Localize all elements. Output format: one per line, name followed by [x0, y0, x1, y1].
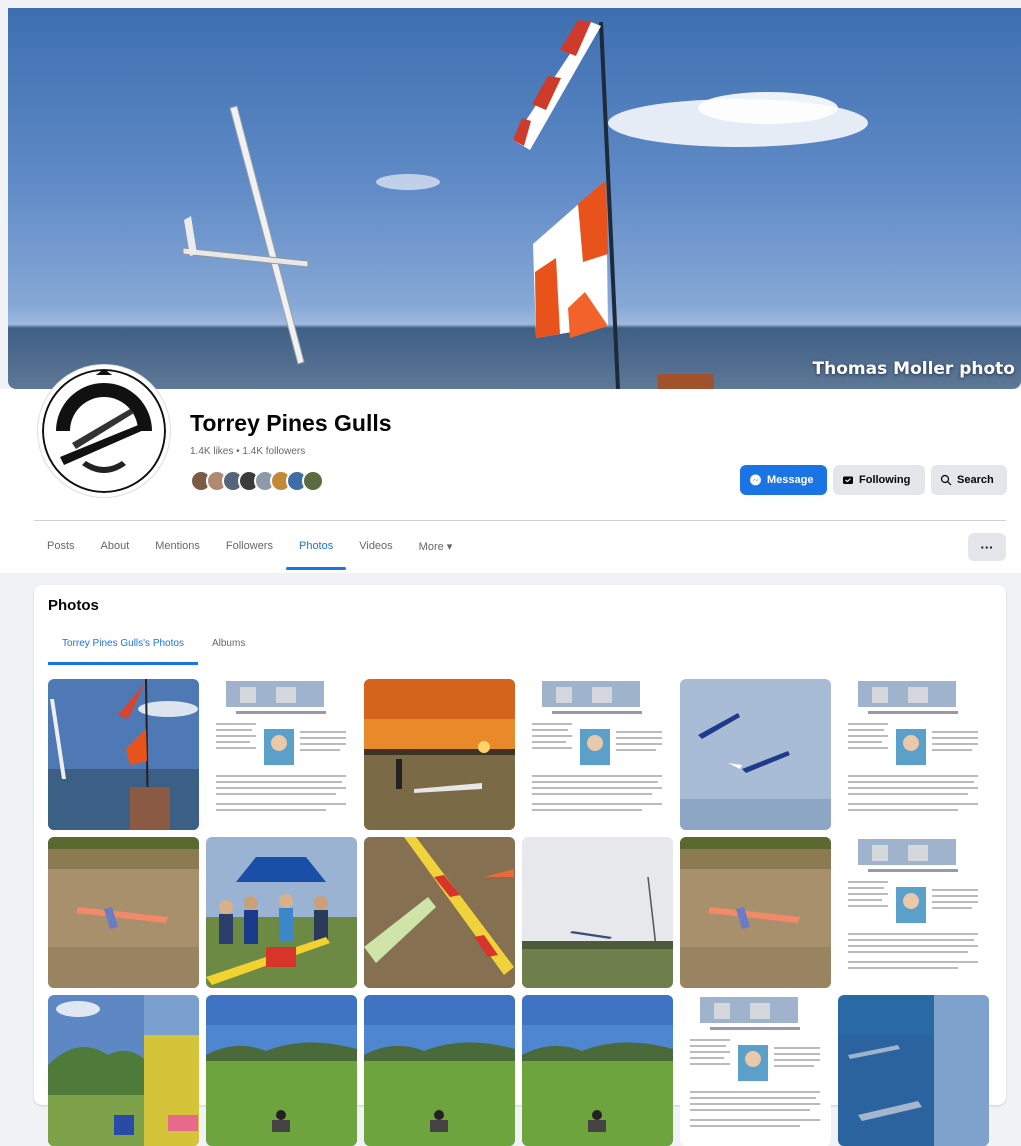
photos-title: Photos	[48, 597, 99, 614]
photo-grid	[48, 679, 989, 1146]
photo-tile[interactable]	[206, 837, 357, 988]
page-stats[interactable]: 1.4K likes • 1.4K followers	[190, 446, 305, 457]
tab-posts[interactable]: Posts	[34, 522, 88, 570]
cover-photo[interactable]: Thomas Moller photo	[8, 8, 1021, 389]
photo-thumbnail	[680, 837, 831, 988]
messenger-icon	[750, 474, 761, 485]
photo-thumbnail	[206, 995, 357, 1146]
photo-thumbnail	[680, 995, 831, 1146]
photo-thumbnail	[206, 679, 357, 830]
photo-tile[interactable]	[838, 837, 989, 988]
photo-thumbnail	[680, 679, 831, 830]
photo-tile[interactable]	[522, 995, 673, 1146]
photo-thumbnail	[522, 837, 673, 988]
photo-tile[interactable]	[522, 679, 673, 830]
photo-thumbnail	[838, 995, 989, 1146]
photo-tile[interactable]	[680, 679, 831, 830]
photo-tile[interactable]	[48, 837, 199, 988]
photo-thumbnail	[48, 995, 199, 1146]
page-nav-tabs: Posts About Mentions Followers Photos Videos M…	[34, 522, 465, 570]
windsock-upper	[513, 20, 601, 150]
photo-tile[interactable]	[364, 995, 515, 1146]
photo-tile[interactable]	[206, 995, 357, 1146]
photo-tile[interactable]	[48, 679, 199, 830]
following-button-label: Following	[859, 474, 911, 486]
photo-thumbnail	[364, 679, 515, 830]
subtab-page-photos[interactable]: Torrey Pines Gulls's Photos	[48, 621, 198, 665]
glider-shape	[182, 105, 309, 365]
tab-videos[interactable]: Videos	[346, 522, 405, 570]
header-divider	[34, 520, 1006, 521]
search-button[interactable]: Search	[931, 465, 1007, 495]
photo-thumbnail	[364, 995, 515, 1146]
tab-more[interactable]: More ▾	[406, 522, 466, 570]
page-avatar[interactable]	[38, 365, 170, 497]
following-button[interactable]: Following	[833, 465, 925, 495]
photo-thumbnail	[838, 837, 989, 988]
photo-thumbnail	[364, 837, 515, 988]
tab-photos[interactable]: Photos	[285, 522, 347, 570]
windsock-lower	[533, 180, 608, 338]
photo-thumbnail	[48, 679, 199, 830]
photo-tile[interactable]	[838, 679, 989, 830]
photo-thumbnail	[522, 995, 673, 1146]
search-button-label: Search	[957, 474, 994, 486]
photo-tile[interactable]	[680, 837, 831, 988]
cover-scene	[182, 20, 868, 389]
page-title: Torrey Pines Gulls	[190, 410, 392, 436]
subtab-albums[interactable]: Albums	[198, 621, 259, 665]
photo-thumbnail	[206, 837, 357, 988]
photo-tile[interactable]	[48, 995, 199, 1146]
follower-avatars[interactable]	[190, 470, 324, 494]
more-options-button[interactable]: ···	[968, 533, 1006, 561]
photo-tile[interactable]	[680, 995, 831, 1146]
photo-thumbnail	[522, 679, 673, 830]
photo-tile[interactable]	[206, 679, 357, 830]
tab-followers[interactable]: Followers	[213, 522, 286, 570]
inbox-check-icon	[843, 476, 853, 484]
message-button-label: Message	[767, 474, 814, 486]
photo-thumbnail	[838, 679, 989, 830]
message-button[interactable]: Message	[740, 465, 827, 495]
tab-about[interactable]: About	[88, 522, 143, 570]
photo-tile[interactable]	[838, 995, 989, 1146]
photo-tile[interactable]	[364, 679, 515, 830]
photo-tile[interactable]	[364, 837, 515, 988]
photo-tile[interactable]	[522, 837, 673, 988]
tab-mentions[interactable]: Mentions	[142, 522, 213, 570]
cover-credit: Thomas Moller photo	[812, 359, 1015, 379]
torrey-pines-gulls-logo	[42, 369, 166, 493]
search-icon	[940, 474, 952, 486]
follower-avatar[interactable]	[302, 470, 324, 492]
photos-section: Photos Torrey Pines Gulls's Photos Albums	[34, 585, 1006, 1146]
photo-thumbnail	[48, 837, 199, 988]
photos-subtabs: Torrey Pines Gulls's Photos Albums	[48, 621, 259, 665]
